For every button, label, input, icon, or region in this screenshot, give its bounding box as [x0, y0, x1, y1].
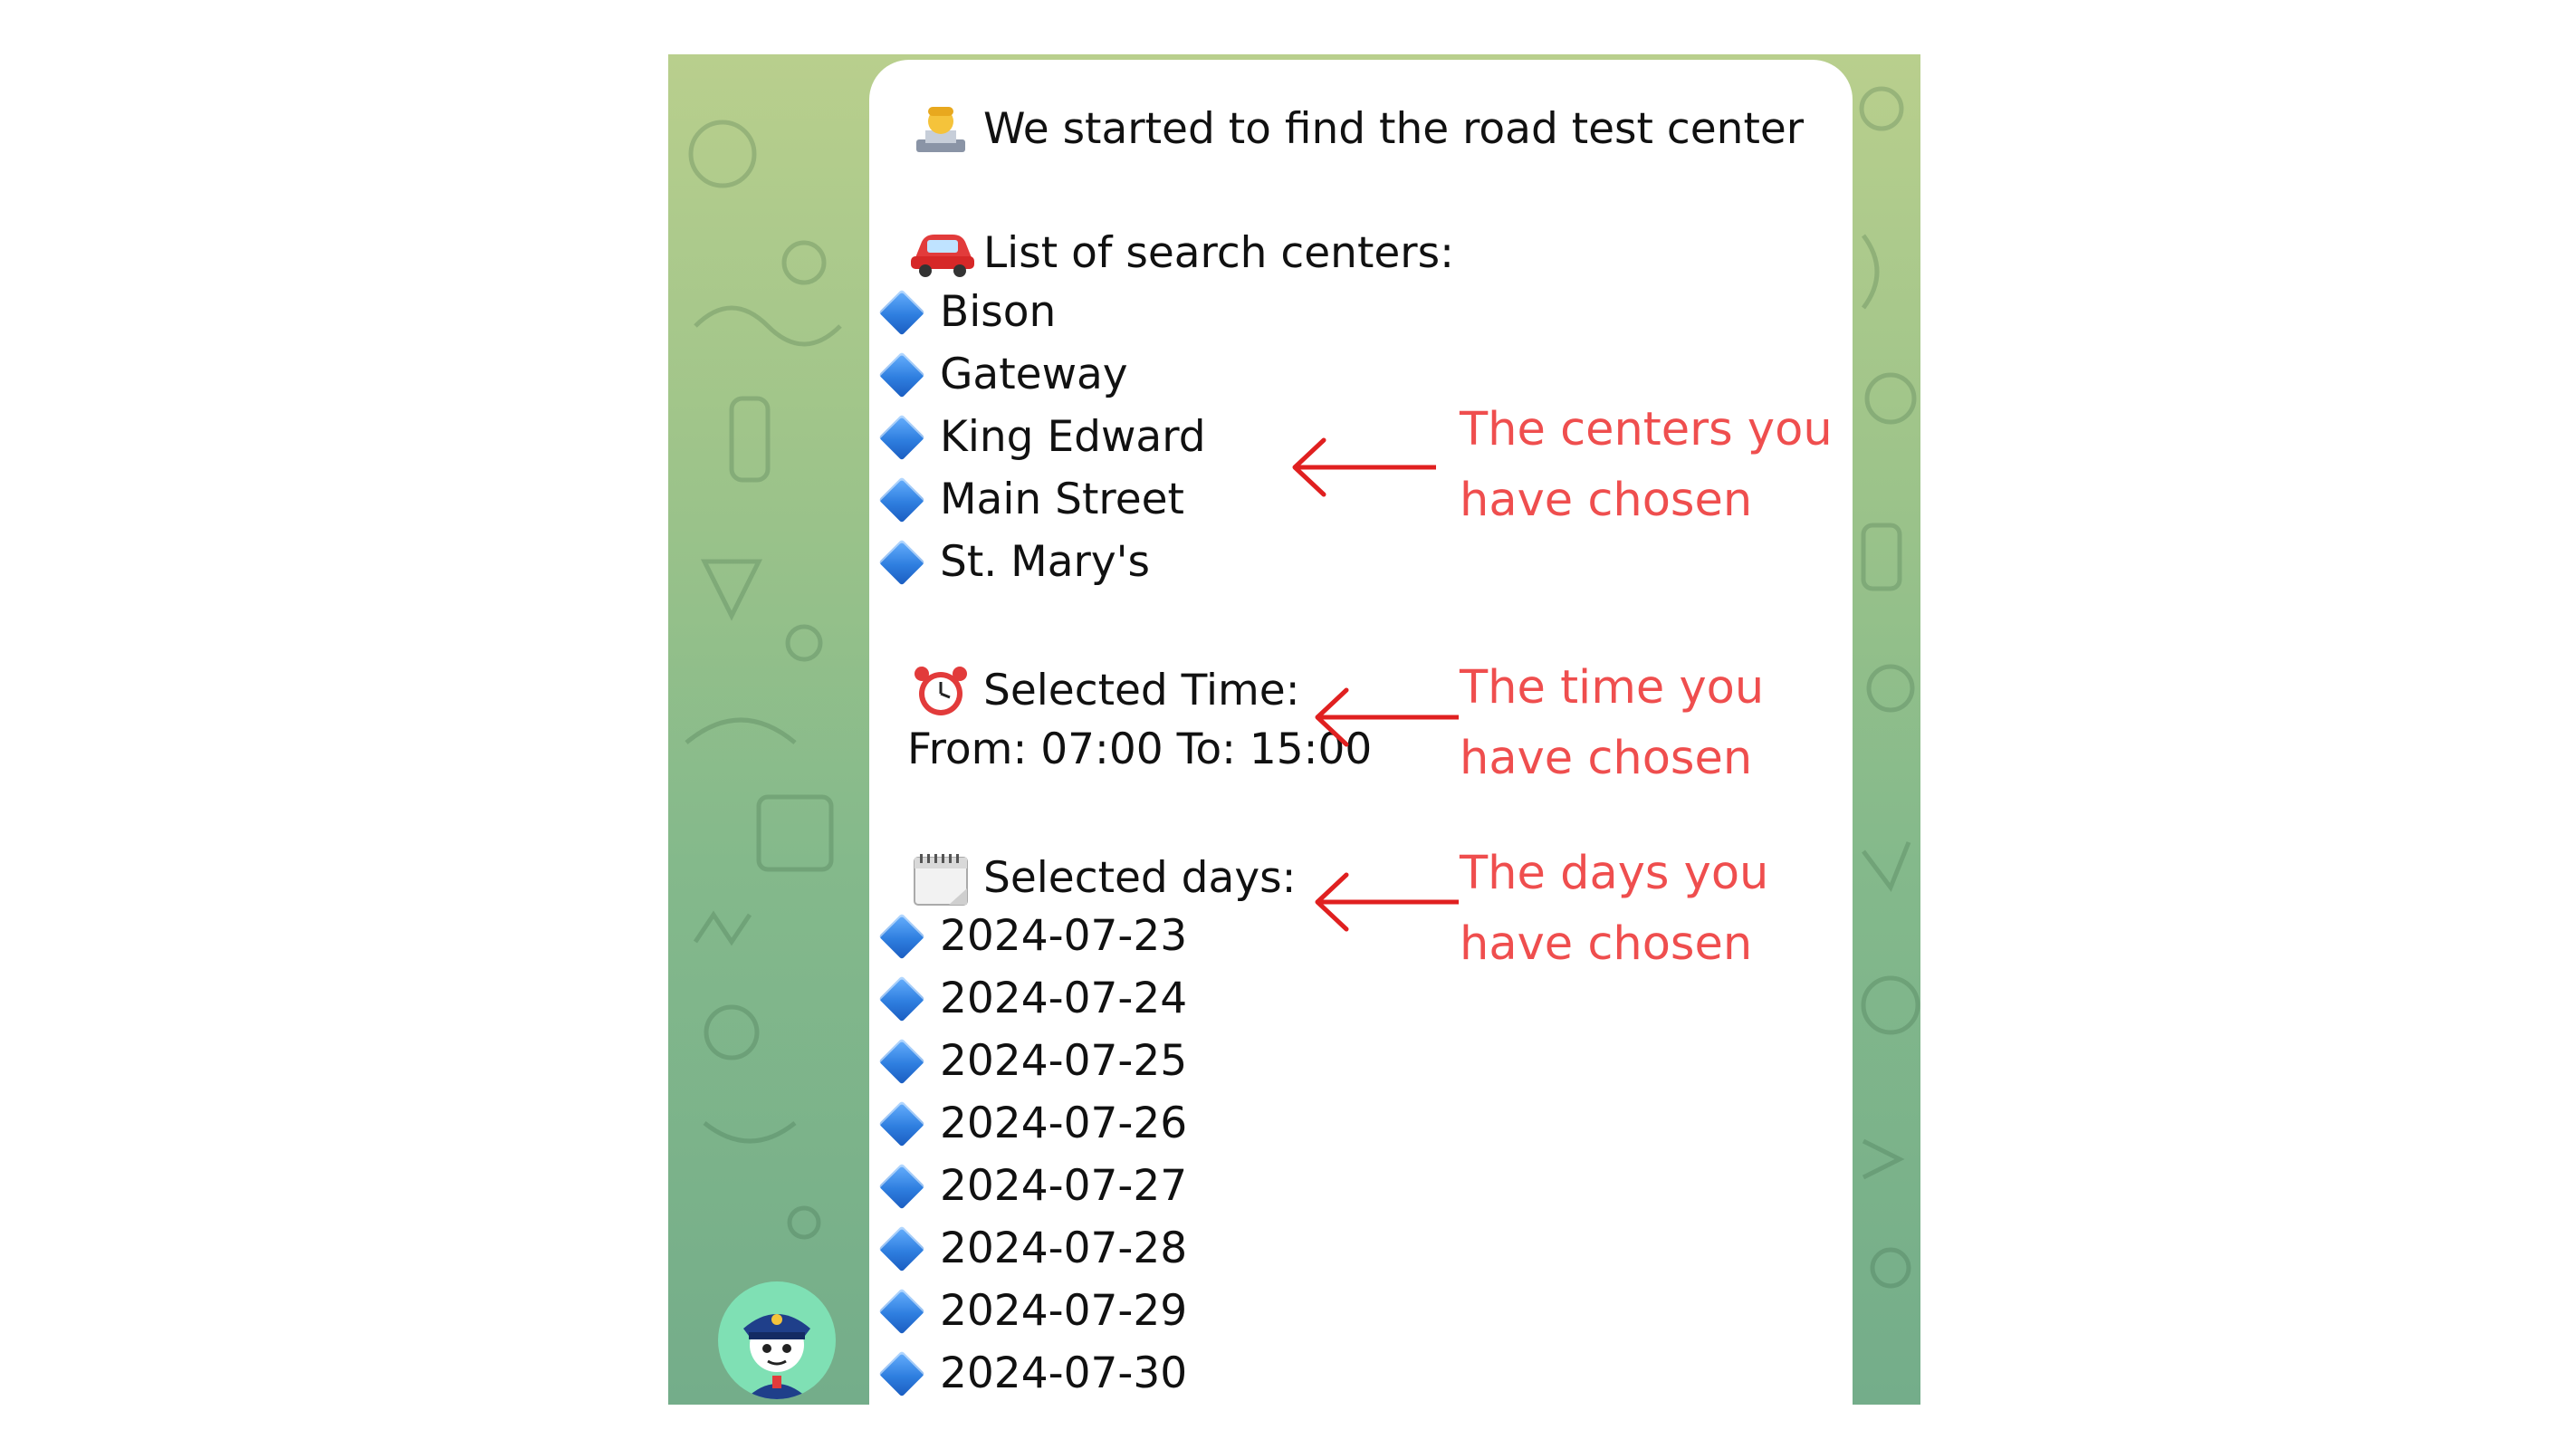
day-date: 2024-07-23: [940, 911, 1188, 961]
blue-diamond-icon: [878, 1163, 925, 1209]
time-heading-line: Selected Time:: [909, 665, 1300, 715]
center-name: King Edward: [940, 412, 1206, 462]
arrow-left-icon: [1292, 437, 1436, 497]
time-range-text: From: 07:00 To: 15:00: [907, 724, 1373, 774]
day-date: 2024-07-28: [940, 1223, 1188, 1273]
blue-diamond-icon: [878, 975, 925, 1022]
center-name: St. Mary's: [940, 537, 1151, 587]
blue-diamond-icon: [878, 1038, 925, 1084]
arrow-left-icon: [1315, 872, 1459, 932]
center-item: Main Street: [869, 475, 1184, 524]
blue-diamond-icon: [878, 1288, 925, 1334]
center-name: Main Street: [940, 475, 1184, 524]
message-header-text: We started to find the road test center: [983, 103, 1805, 154]
bot-avatar[interactable]: [718, 1281, 836, 1399]
time-range-line: From: 07:00 To: 15:00: [907, 728, 1372, 771]
technologist-emoji: [909, 103, 972, 154]
day-item: 2024-07-30: [869, 1348, 1188, 1398]
annotation-centers: The centers you have chosen: [1460, 395, 1833, 535]
day-item: 2024-07-24: [869, 974, 1188, 1023]
red-car-emoji: [909, 227, 974, 278]
day-item: 2024-07-28: [869, 1223, 1188, 1273]
annotation-time-line2: have chosen: [1460, 731, 1753, 785]
annotation-days-line2: have chosen: [1460, 916, 1753, 971]
day-date: 2024-07-24: [940, 974, 1188, 1023]
blue-diamond-icon: [878, 539, 925, 585]
days-heading-text: Selected days:: [983, 852, 1297, 903]
day-date: 2024-07-30: [940, 1348, 1188, 1398]
blue-diamond-icon: [878, 1350, 925, 1396]
police-officer-icon: [743, 1314, 810, 1399]
annotation-centers-line2: have chosen: [1460, 473, 1753, 527]
center-item: King Edward: [869, 412, 1206, 462]
blue-diamond-icon: [878, 1100, 925, 1147]
day-date: 2024-07-29: [940, 1286, 1188, 1336]
center-item: St. Mary's: [869, 537, 1151, 587]
center-name: Bison: [940, 287, 1057, 337]
day-item: 2024-07-26: [869, 1099, 1188, 1148]
calendar-emoji: [909, 852, 972, 906]
day-item: 2024-07-25: [869, 1036, 1188, 1086]
annotation-centers-line1: The centers you: [1460, 403, 1833, 456]
day-item: 2024-07-23: [869, 911, 1188, 961]
chat-window: We started to find the road test center …: [668, 54, 1920, 1405]
day-item: 2024-07-27: [869, 1161, 1188, 1211]
annotation-time-line1: The time you: [1460, 661, 1765, 715]
screenshot-canvas: We started to find the road test center …: [0, 0, 2576, 1449]
time-heading-text: Selected Time:: [983, 665, 1300, 715]
center-item: Gateway: [869, 350, 1128, 399]
alarm-clock-emoji: [909, 665, 972, 715]
day-date: 2024-07-25: [940, 1036, 1188, 1086]
message-bubble: We started to find the road test center …: [869, 60, 1853, 1405]
day-item: 2024-07-29: [869, 1286, 1188, 1336]
arrow-left-icon: [1315, 687, 1459, 747]
annotation-days: The days you have chosen: [1460, 839, 1768, 979]
annotation-time: The time you have chosen: [1460, 653, 1764, 793]
blue-diamond-icon: [878, 414, 925, 460]
blue-diamond-icon: [878, 351, 925, 398]
blue-diamond-icon: [878, 289, 925, 335]
blue-diamond-icon: [878, 476, 925, 523]
blue-diamond-icon: [878, 1225, 925, 1271]
blue-diamond-icon: [878, 913, 925, 959]
day-date: 2024-07-27: [940, 1161, 1188, 1211]
centers-heading-text: List of search centers:: [983, 227, 1454, 278]
message-header-line: We started to find the road test center: [909, 103, 1804, 154]
center-name: Gateway: [940, 350, 1128, 399]
annotation-days-line1: The days you: [1460, 847, 1769, 900]
centers-heading-line: List of search centers:: [909, 227, 1454, 278]
center-item: Bison: [869, 287, 1057, 337]
day-date: 2024-07-26: [940, 1099, 1188, 1148]
days-heading-line: Selected days:: [909, 852, 1297, 906]
